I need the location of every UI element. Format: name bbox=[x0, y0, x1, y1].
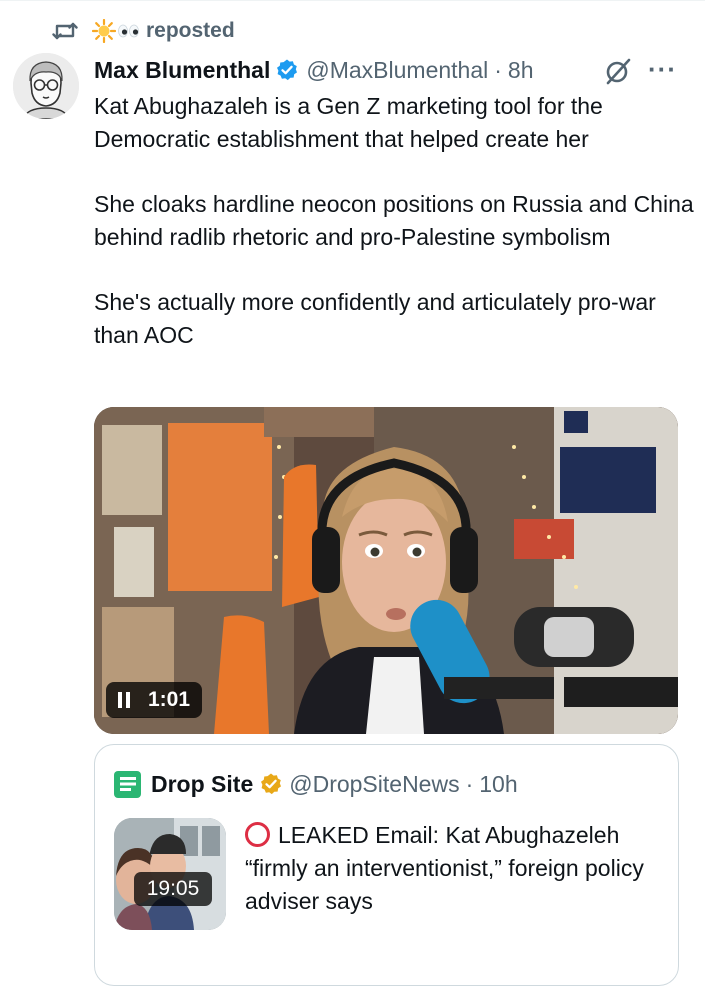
video-controls[interactable]: 1:01 bbox=[106, 682, 203, 718]
verified-badge-icon[interactable] bbox=[275, 58, 299, 82]
quote-author-handle[interactable]: @DropSiteNews bbox=[289, 771, 459, 798]
avatar[interactable] bbox=[13, 53, 79, 119]
separator-dot: · bbox=[465, 770, 474, 797]
thumbnail-duration: 19:05 bbox=[134, 872, 212, 906]
avatar-portrait bbox=[13, 53, 79, 119]
tweet-paragraph: She's actually more confidently and arti… bbox=[94, 289, 656, 348]
verified-gold-badge-icon[interactable] bbox=[259, 772, 283, 796]
repost-label: reposted bbox=[146, 19, 235, 42]
video-duration: 1:01 bbox=[148, 688, 191, 711]
tweet-header: Max Blumenthal @MaxBlumenthal · 8h bbox=[94, 53, 534, 87]
author-name[interactable]: Max Blumenthal bbox=[94, 57, 270, 84]
quote-author-name[interactable]: Drop Site bbox=[151, 771, 253, 798]
quote-video-thumbnail[interactable]: 19:05 bbox=[114, 818, 226, 930]
quote-header: Drop Site @DropSiteNews · 10h bbox=[114, 769, 518, 799]
tweet-paragraph: She cloaks hardline neocon positions on … bbox=[94, 191, 694, 250]
top-divider bbox=[0, 0, 705, 1]
sun-emoji-icon bbox=[92, 19, 116, 43]
quote-timestamp[interactable]: 10h bbox=[479, 771, 517, 798]
repost-icon bbox=[52, 22, 78, 40]
grok-icon[interactable] bbox=[603, 56, 633, 86]
quote-text-body: LEAKED Email: Kat Abughazeleh “firmly an… bbox=[245, 822, 644, 914]
quote-tweet-card[interactable]: Drop Site @DropSiteNews · 10h 19:05 LEAK… bbox=[94, 744, 679, 986]
more-options-icon[interactable]: ··· bbox=[648, 56, 677, 82]
red-circle-icon bbox=[245, 822, 270, 847]
dropsite-logo[interactable] bbox=[114, 770, 141, 798]
author-handle[interactable]: @MaxBlumenthal bbox=[306, 57, 488, 84]
repost-context[interactable]: reposted bbox=[52, 17, 235, 45]
separator-dot: · bbox=[494, 56, 502, 83]
quote-text: LEAKED Email: Kat Abughazeleh “firmly an… bbox=[245, 819, 665, 918]
tweet-paragraph: Kat Abughazaleh is a Gen Z marketing too… bbox=[94, 93, 603, 152]
tweet-text: Kat Abughazaleh is a Gen Z marketing too… bbox=[94, 90, 694, 351]
eyes-emoji-icon bbox=[118, 24, 139, 38]
pause-icon[interactable] bbox=[118, 692, 134, 708]
video-player[interactable]: 1:01 bbox=[94, 407, 678, 734]
timestamp[interactable]: 8h bbox=[508, 57, 534, 84]
